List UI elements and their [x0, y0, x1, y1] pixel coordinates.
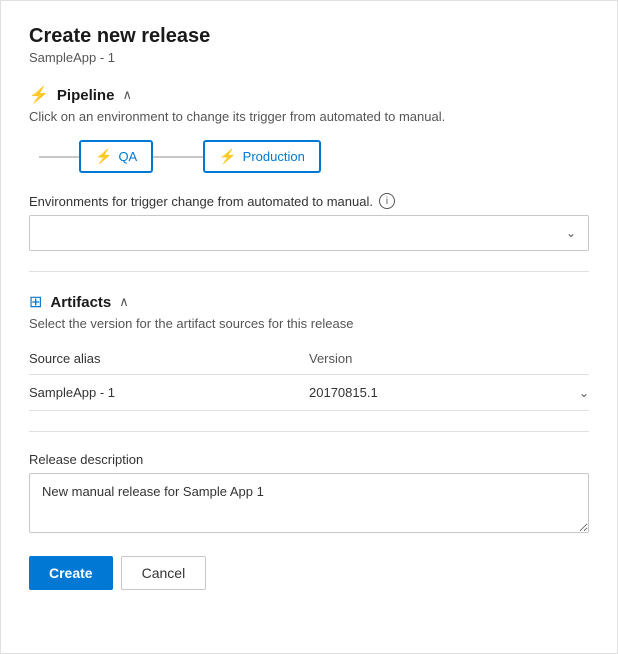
env-dropdown[interactable]: ⌄ — [29, 215, 589, 251]
panel-subtitle: SampleApp - 1 — [29, 50, 589, 65]
pipeline-description: Click on an environment to change its tr… — [29, 109, 589, 124]
artifact-alias: SampleApp - 1 — [29, 385, 309, 400]
pipeline-section-title: Pipeline — [57, 87, 115, 104]
release-desc-textarea[interactable]: New manual release for Sample App 1 — [29, 473, 589, 533]
env-dropdown-chevron: ⌄ — [566, 226, 576, 240]
section-divider-1 — [29, 271, 589, 272]
qa-node-icon: ⚡ — [95, 148, 112, 165]
pipeline-line-left — [39, 156, 79, 158]
col-header-alias: Source alias — [29, 351, 309, 366]
col-header-version: Version — [309, 351, 589, 366]
env-label-text: Environments for trigger change from aut… — [29, 194, 373, 209]
env-info-icon[interactable]: i — [379, 193, 395, 209]
table-row: SampleApp - 1 20170815.1 ⌄ — [29, 375, 589, 411]
artifacts-table-header: Source alias Version — [29, 347, 589, 375]
panel-title: Create new release — [29, 25, 589, 48]
artifacts-icon: ⊞ — [29, 292, 42, 312]
create-button[interactable]: Create — [29, 556, 113, 590]
production-node-icon: ⚡ — [219, 148, 236, 165]
production-node-label: Production — [243, 149, 305, 164]
pipeline-node-qa[interactable]: ⚡ QA — [79, 140, 153, 173]
pipeline-icon: ⚡ — [29, 85, 49, 105]
pipeline-section-header: ⚡ Pipeline ∧ — [29, 85, 589, 105]
section-divider-2 — [29, 431, 589, 432]
env-label: Environments for trigger change from aut… — [29, 193, 589, 209]
pipeline-node-production[interactable]: ⚡ Production — [203, 140, 321, 173]
artifact-version[interactable]: 20170815.1 ⌄ — [309, 385, 589, 400]
artifacts-section-header: ⊞ Artifacts ∧ — [29, 292, 589, 312]
cancel-button[interactable]: Cancel — [121, 556, 207, 590]
version-chevron[interactable]: ⌄ — [579, 386, 589, 400]
button-row: Create Cancel — [29, 556, 589, 590]
artifacts-toggle[interactable]: ∧ — [119, 294, 129, 310]
pipeline-toggle[interactable]: ∧ — [122, 87, 132, 103]
artifacts-table: Source alias Version SampleApp - 1 20170… — [29, 347, 589, 411]
pipeline-connector — [153, 156, 203, 158]
artifacts-section-title: Artifacts — [50, 294, 111, 311]
artifact-version-value: 20170815.1 — [309, 385, 378, 400]
release-desc-label: Release description — [29, 452, 589, 467]
artifacts-description: Select the version for the artifact sour… — [29, 316, 589, 331]
create-release-panel: Create new release SampleApp - 1 ⚡ Pipel… — [0, 0, 618, 654]
qa-node-label: QA — [118, 149, 137, 164]
pipeline-track: ⚡ QA ⚡ Production — [29, 140, 589, 173]
